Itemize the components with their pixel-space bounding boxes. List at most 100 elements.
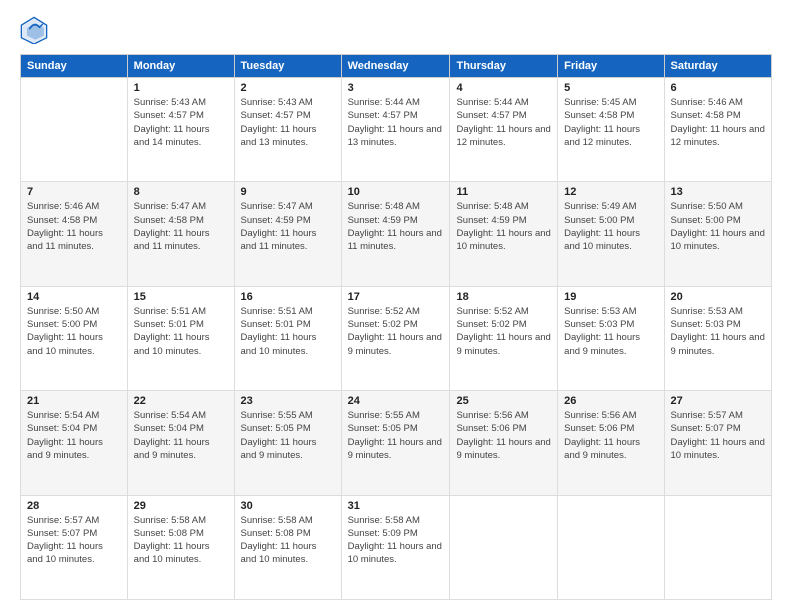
logo (20, 16, 52, 44)
day-info: Sunrise: 5:55 AMSunset: 5:05 PMDaylight:… (348, 409, 444, 462)
day-number: 5 (564, 82, 657, 94)
day-cell: 17 Sunrise: 5:52 AMSunset: 5:02 PMDayligh… (341, 286, 450, 390)
day-cell: 22Sunrise: 5:54 AMSunset: 5:04 PMDayligh… (127, 391, 234, 495)
day-info: Sunrise: 5:49 AMSunset: 5:00 PMDaylight:… (564, 200, 657, 253)
day-number: 1 (134, 82, 228, 94)
day-number: 17 (348, 291, 444, 303)
day-number: 18 (456, 291, 551, 303)
day-info: Sunrise: 5:50 AMSunset: 5:00 PMDaylight:… (27, 305, 121, 358)
day-number: 13 (671, 186, 765, 198)
day-cell (450, 495, 558, 599)
day-cell: 30Sunrise: 5:58 AMSunset: 5:08 PMDayligh… (234, 495, 341, 599)
day-number: 26 (564, 395, 657, 407)
day-info: Sunrise: 5:53 AMSunset: 5:03 PMDaylight:… (564, 305, 657, 358)
day-info: Sunrise: 5:58 AMSunset: 5:08 PMDaylight:… (134, 514, 228, 567)
day-info: Sunrise: 5:58 AMSunset: 5:08 PMDaylight:… (241, 514, 335, 567)
day-cell: 31Sunrise: 5:58 AMSunset: 5:09 PMDayligh… (341, 495, 450, 599)
day-info: Sunrise: 5:57 AMSunset: 5:07 PMDaylight:… (671, 409, 765, 462)
day-number: 16 (241, 291, 335, 303)
day-number: 4 (456, 82, 551, 94)
day-info: Sunrise: 5:51 AMSunset: 5:01 PMDaylight:… (134, 305, 228, 358)
day-info: Sunrise: 5:51 AMSunset: 5:01 PMDaylight:… (241, 305, 335, 358)
day-cell: 28 Sunrise: 5:57 AMSunset: 5:07 PMDayligh… (21, 495, 128, 599)
day-info: Sunrise: 5:47 AMSunset: 4:59 PMDaylight:… (241, 200, 335, 253)
day-cell: 6 Sunrise: 5:46 AMSunset: 4:58 PMDaylight… (664, 78, 771, 182)
day-info: Sunrise: 5:56 AMSunset: 5:06 PMDaylight:… (564, 409, 657, 462)
calendar-body: 1 Sunrise: 5:43 AMSunset: 4:57 PMDaylight… (21, 78, 772, 600)
day-cell: 24 Sunrise: 5:55 AMSunset: 5:05 PMDayligh… (341, 391, 450, 495)
day-number: 21 (27, 395, 121, 407)
day-cell (558, 495, 664, 599)
day-number: 29 (134, 500, 228, 512)
day-cell: 8 Sunrise: 5:47 AMSunset: 4:58 PMDaylight… (127, 182, 234, 286)
day-info: Sunrise: 5:44 AMSunset: 4:57 PMDaylight:… (456, 96, 551, 149)
day-cell: 1Sunrise: 5:43 AMSunset: 4:57 PMDaylight… (127, 78, 234, 182)
day-info: Sunrise: 5:46 AMSunset: 4:58 PMDaylight:… (671, 96, 765, 149)
day-info: Sunrise: 5:47 AMSunset: 4:58 PMDaylight:… (134, 200, 228, 253)
calendar-header: SundayMondayTuesdayWednesdayThursdayFrid… (21, 55, 772, 78)
day-cell (21, 78, 128, 182)
calendar-table: SundayMondayTuesdayWednesdayThursdayFrid… (20, 54, 772, 600)
day-cell: 3 Sunrise: 5:44 AMSunset: 4:57 PMDaylight… (341, 78, 450, 182)
day-number: 14 (27, 291, 121, 303)
day-info: Sunrise: 5:56 AMSunset: 5:06 PMDaylight:… (456, 409, 551, 462)
day-cell: 26 Sunrise: 5:56 AMSunset: 5:06 PMDayligh… (558, 391, 664, 495)
day-cell: 9 Sunrise: 5:47 AMSunset: 4:59 PMDaylight… (234, 182, 341, 286)
header-cell-friday: Friday (558, 55, 664, 78)
day-cell: 29 Sunrise: 5:58 AMSunset: 5:08 PMDayligh… (127, 495, 234, 599)
day-cell: 16 Sunrise: 5:51 AMSunset: 5:01 PMDayligh… (234, 286, 341, 390)
day-cell: 5Sunrise: 5:45 AMSunset: 4:58 PMDaylight… (558, 78, 664, 182)
day-number: 9 (241, 186, 335, 198)
day-number: 28 (27, 500, 121, 512)
day-cell: 23 Sunrise: 5:55 AMSunset: 5:05 PMDayligh… (234, 391, 341, 495)
day-cell: 12 Sunrise: 5:49 AMSunset: 5:00 PMDayligh… (558, 182, 664, 286)
day-number: 8 (134, 186, 228, 198)
day-number: 25 (456, 395, 551, 407)
day-info: Sunrise: 5:57 AMSunset: 5:07 PMDaylight:… (27, 514, 121, 567)
day-number: 6 (671, 82, 765, 94)
day-number: 15 (134, 291, 228, 303)
header-cell-sunday: Sunday (21, 55, 128, 78)
week-row-0: 1 Sunrise: 5:43 AMSunset: 4:57 PMDaylight… (21, 78, 772, 182)
header-cell-thursday: Thursday (450, 55, 558, 78)
week-row-2: 14 Sunrise: 5:50 AMSunset: 5:00 PMDayligh… (21, 286, 772, 390)
day-info: Sunrise: 5:52 AMSunset: 5:02 PMDaylight:… (456, 305, 551, 358)
day-info: Sunrise: 5:54 AMSunset: 5:04 PMDaylight:… (134, 409, 228, 462)
day-info: Sunrise: 5:50 AMSunset: 5:00 PMDaylight:… (671, 200, 765, 253)
header (20, 16, 772, 44)
day-cell: 19 Sunrise: 5:53 AMSunset: 5:03 PMDayligh… (558, 286, 664, 390)
week-row-3: 21 Sunrise: 5:54 AMSunset: 5:04 PMDayligh… (21, 391, 772, 495)
day-cell: 27 Sunrise: 5:57 AMSunset: 5:07 PMDayligh… (664, 391, 771, 495)
day-number: 2 (241, 82, 335, 94)
day-number: 23 (241, 395, 335, 407)
day-cell: 11Sunrise: 5:48 AMSunset: 4:59 PMDayligh… (450, 182, 558, 286)
header-cell-tuesday: Tuesday (234, 55, 341, 78)
header-cell-saturday: Saturday (664, 55, 771, 78)
day-number: 10 (348, 186, 444, 198)
day-number: 7 (27, 186, 121, 198)
day-info: Sunrise: 5:52 AMSunset: 5:02 PMDaylight:… (348, 305, 444, 358)
day-info: Sunrise: 5:54 AMSunset: 5:04 PMDaylight:… (27, 409, 121, 462)
day-cell: 7 Sunrise: 5:46 AMSunset: 4:58 PMDaylight… (21, 182, 128, 286)
day-cell: 14 Sunrise: 5:50 AMSunset: 5:00 PMDayligh… (21, 286, 128, 390)
day-cell: 2 Sunrise: 5:43 AMSunset: 4:57 PMDaylight… (234, 78, 341, 182)
day-cell: 13 Sunrise: 5:50 AMSunset: 5:00 PMDayligh… (664, 182, 771, 286)
logo-icon (20, 16, 48, 44)
day-number: 31 (348, 500, 444, 512)
day-number: 27 (671, 395, 765, 407)
header-cell-wednesday: Wednesday (341, 55, 450, 78)
day-cell: 18 Sunrise: 5:52 AMSunset: 5:02 PMDayligh… (450, 286, 558, 390)
day-cell: 4 Sunrise: 5:44 AMSunset: 4:57 PMDaylight… (450, 78, 558, 182)
day-info: Sunrise: 5:44 AMSunset: 4:57 PMDaylight:… (348, 96, 444, 149)
day-cell (664, 495, 771, 599)
day-number: 19 (564, 291, 657, 303)
day-number: 11 (456, 186, 551, 198)
day-info: Sunrise: 5:46 AMSunset: 4:58 PMDaylight:… (27, 200, 121, 253)
day-number: 3 (348, 82, 444, 94)
day-info: Sunrise: 5:43 AMSunset: 4:57 PMDaylight:… (241, 96, 335, 149)
day-number: 20 (671, 291, 765, 303)
day-info: Sunrise: 5:55 AMSunset: 5:05 PMDaylight:… (241, 409, 335, 462)
day-number: 24 (348, 395, 444, 407)
page: SundayMondayTuesdayWednesdayThursdayFrid… (0, 0, 792, 612)
day-number: 12 (564, 186, 657, 198)
